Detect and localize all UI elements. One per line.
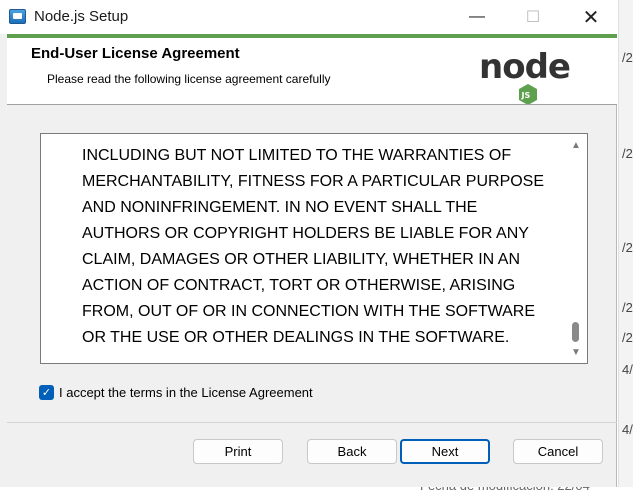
- page-header: End-User License Agreement Please read t…: [7, 38, 617, 105]
- background-date-fragment: /2: [622, 300, 633, 315]
- background-date-fragment: /2: [622, 50, 633, 65]
- minimize-button[interactable]: —: [454, 0, 500, 34]
- page-subtitle: Please read the following license agreem…: [47, 72, 331, 86]
- background-date-fragment: 4/: [622, 362, 633, 377]
- print-button[interactable]: Print: [193, 439, 283, 464]
- scroll-down-arrow-icon[interactable]: ▼: [570, 348, 582, 358]
- background-date-fragment: /2: [622, 240, 633, 255]
- license-scrollbar[interactable]: ▲ ▼: [566, 135, 586, 362]
- page-title: End-User License Agreement: [31, 45, 240, 62]
- license-textbox[interactable]: INCLUDING BUT NOT LIMITED TO THE WARRANT…: [40, 133, 588, 364]
- maximize-button[interactable]: ☐: [510, 0, 556, 34]
- background-date-fragment: /2: [622, 330, 633, 345]
- accept-terms-checkbox[interactable]: ✓: [39, 385, 54, 400]
- license-text: INCLUDING BUT NOT LIMITED TO THE WARRANT…: [82, 147, 545, 346]
- accept-terms-row[interactable]: ✓ I accept the terms in the License Agre…: [39, 385, 313, 400]
- title-bar[interactable]: Node.js Setup — ☐ ✕: [0, 0, 617, 34]
- setup-dialog: Node.js Setup — ☐ ✕ End-User License Agr…: [0, 0, 617, 487]
- scroll-thumb[interactable]: [572, 322, 579, 342]
- scroll-up-arrow-icon[interactable]: ▲: [570, 141, 582, 151]
- nodejs-logo-icon: node JS: [479, 47, 571, 104]
- next-button[interactable]: Next: [400, 439, 490, 464]
- background-date-fragment: 4/: [622, 422, 633, 437]
- background-date-fragment: /2: [622, 146, 633, 161]
- footer-divider: [7, 422, 617, 423]
- close-button[interactable]: ✕: [568, 0, 614, 34]
- window-title: Node.js Setup: [34, 8, 129, 25]
- logo-wordmark: node: [479, 47, 570, 87]
- accept-terms-label[interactable]: I accept the terms in the License Agreem…: [59, 385, 313, 400]
- back-button[interactable]: Back: [307, 439, 397, 464]
- cancel-button[interactable]: Cancel: [513, 439, 603, 464]
- installer-icon: [9, 9, 26, 24]
- background-window-edge: /2 /2 /2 /2 /2 4/ 4/: [618, 0, 633, 487]
- logo-badge: JS: [521, 91, 531, 100]
